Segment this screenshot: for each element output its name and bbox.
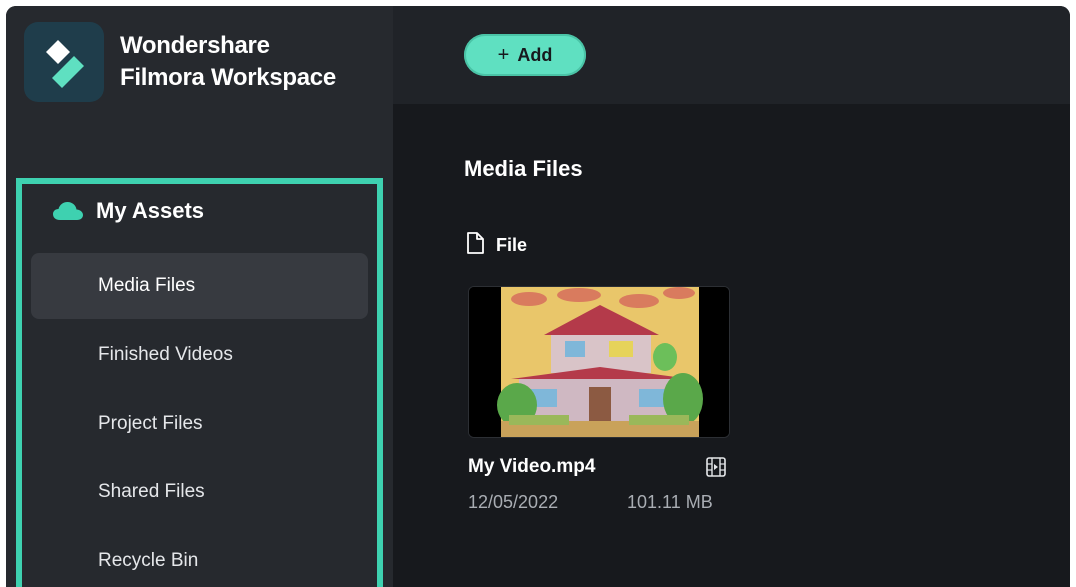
app-window: Wondershare Filmora Workspace My Assets … [6, 6, 1070, 587]
main-content: Media Files File My Video.mp4 12/05/2022… [393, 104, 1070, 587]
brand-name: Wondershare Filmora Workspace [120, 30, 336, 94]
file-group-header: File [466, 232, 527, 259]
brand-line-2: Filmora Workspace [120, 64, 336, 91]
page-title: Media Files [464, 156, 583, 181]
video-thumbnail-image [469, 287, 729, 437]
top-toolbar: + Add [393, 6, 1070, 104]
add-button[interactable]: + Add [464, 34, 586, 76]
brand: Wondershare Filmora Workspace [24, 22, 336, 102]
filmora-logo-icon [24, 22, 104, 102]
file-name[interactable]: My Video.mp4 [468, 456, 595, 478]
file-group-label: File [496, 235, 528, 255]
plus-icon: + [497, 43, 510, 66]
video-thumbnail[interactable] [468, 286, 730, 438]
highlight-box [16, 178, 383, 587]
document-icon [466, 232, 484, 259]
sidebar: Wondershare Filmora Workspace My Assets … [6, 6, 393, 587]
file-date: 12/05/2022 [468, 492, 559, 512]
file-size: 101.11 MB [627, 492, 713, 512]
add-button-label: Add [517, 44, 553, 65]
brand-line-1: Wondershare [120, 32, 270, 59]
film-icon [705, 456, 727, 483]
